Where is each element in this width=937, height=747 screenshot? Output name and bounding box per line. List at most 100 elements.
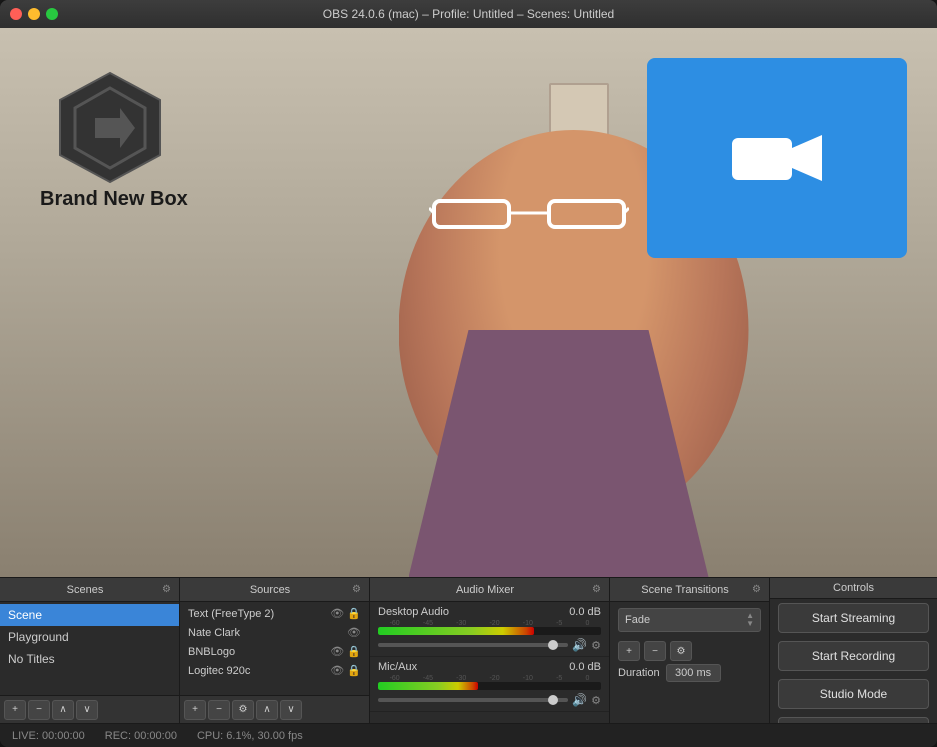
desktop-meter-fill	[378, 627, 534, 635]
duration-input[interactable]	[666, 664, 721, 682]
minimize-button[interactable]	[28, 8, 40, 20]
source-icons-logitec: 👁 🔒	[330, 664, 361, 677]
desktop-audio-db: 0.0 dB	[569, 606, 601, 618]
source-settings-button[interactable]: ⚙	[232, 700, 254, 720]
scenes-title: Scenes	[8, 584, 162, 596]
desktop-mute-icon[interactable]: 🔊	[572, 638, 587, 652]
live-status: LIVE: 00:00:00	[12, 730, 85, 742]
start-recording-button[interactable]: Start Recording	[778, 641, 929, 671]
mic-meter-fill	[378, 682, 478, 690]
source-item-nateclark[interactable]: Nate Clark 👁	[180, 623, 369, 642]
scenes-settings-icon[interactable]: ⚙	[162, 584, 171, 595]
sources-panel: Sources ⚙ Text (FreeType 2) 👁 🔒 Nate Cla…	[180, 578, 370, 723]
glasses-overlay	[429, 193, 629, 233]
audio-panel: Audio Mixer ⚙ Desktop Audio 0.0 dB -60 -…	[370, 578, 610, 723]
studio-mode-button[interactable]: Studio Mode	[778, 679, 929, 709]
transition-add-button[interactable]: +	[618, 641, 640, 661]
transition-add-remove: + − ⚙	[610, 638, 769, 664]
source-up-button[interactable]: ∧	[256, 700, 278, 720]
controls-header: Controls	[770, 578, 937, 599]
sources-header: Sources ⚙	[180, 578, 369, 602]
rec-status: REC: 00:00:00	[105, 730, 177, 742]
transition-select-dropdown[interactable]: Fade ▲ ▼	[618, 608, 761, 632]
scene-item-playground[interactable]: Playground	[0, 626, 179, 648]
cpu-status: CPU: 6.1%, 30.00 fps	[197, 730, 303, 742]
transition-remove-button[interactable]: −	[644, 641, 666, 661]
scenes-panel: Scenes ⚙ Scene Playground No Titles + − …	[0, 578, 180, 723]
source-add-button[interactable]: +	[184, 700, 206, 720]
mic-volume-row: 🔊 ⚙	[378, 693, 601, 707]
status-bar: LIVE: 00:00:00 REC: 00:00:00 CPU: 6.1%, …	[0, 723, 937, 747]
desktop-audio-channel: Desktop Audio 0.0 dB -60 -45 -30 -20 -10…	[370, 602, 609, 657]
desktop-volume-slider[interactable]	[378, 643, 568, 647]
bottom-panel: Scenes ⚙ Scene Playground No Titles + − …	[0, 577, 937, 747]
transition-gear-button[interactable]: ⚙	[670, 641, 692, 661]
scene-list: Scene Playground No Titles	[0, 602, 179, 695]
transitions-settings-icon[interactable]: ⚙	[752, 584, 761, 595]
mic-mute-icon[interactable]: 🔊	[572, 693, 587, 707]
scene-down-button[interactable]: ∨	[76, 700, 98, 720]
source-icons-freetype: 👁 🔒	[330, 607, 361, 620]
source-remove-button[interactable]: −	[208, 700, 230, 720]
scene-up-button[interactable]: ∧	[52, 700, 74, 720]
source-label-logitec: Logitec 920c	[188, 665, 250, 677]
audio-settings-icon[interactable]: ⚙	[592, 584, 601, 595]
maximize-button[interactable]	[46, 8, 58, 20]
duration-label: Duration	[618, 667, 660, 679]
panel-sections: Scenes ⚙ Scene Playground No Titles + − …	[0, 578, 937, 723]
audio-title: Audio Mixer	[378, 584, 592, 596]
source-icons-bnblogo: 👁 🔒	[330, 645, 361, 658]
mic-volume-slider[interactable]	[378, 698, 568, 702]
preview-area: Brand New Box	[0, 28, 937, 577]
mic-aux-db: 0.0 dB	[569, 661, 601, 673]
mic-meter-labels: -60 -45 -30 -20 -10 -5 0	[378, 675, 601, 682]
zoom-overlay	[647, 58, 907, 258]
scenes-toolbar: + − ∧ ∨	[0, 695, 179, 723]
controls-title: Controls	[778, 582, 929, 594]
sources-title: Sources	[188, 584, 352, 596]
titlebar: OBS 24.0.6 (mac) – Profile: Untitled – S…	[0, 0, 937, 28]
mic-gear-icon[interactable]: ⚙	[591, 694, 601, 707]
close-button[interactable]	[10, 8, 22, 20]
transitions-panel: Scene Transitions ⚙ Fade ▲ ▼ + − ⚙ Durat	[610, 578, 770, 723]
bnb-logo	[50, 68, 170, 188]
source-icons-nateclark: 👁	[347, 626, 361, 639]
mic-aux-header: Mic/Aux 0.0 dB	[378, 661, 601, 673]
source-item-logitec[interactable]: Logitec 920c 👁 🔒	[180, 661, 369, 680]
desktop-audio-meter	[378, 627, 601, 635]
desktop-meter-labels: -60 -45 -30 -20 -10 -5 0	[378, 620, 601, 627]
window-controls	[10, 8, 58, 20]
brand-text: Brand New Box	[40, 188, 188, 211]
desktop-volume-row: 🔊 ⚙	[378, 638, 601, 652]
transition-arrows: ▲ ▼	[746, 612, 754, 628]
source-item-freetype[interactable]: Text (FreeType 2) 👁 🔒	[180, 604, 369, 623]
transitions-title: Scene Transitions	[618, 584, 752, 596]
scenes-header: Scenes ⚙	[0, 578, 179, 602]
mic-aux-name: Mic/Aux	[378, 661, 417, 673]
scene-item-notitles[interactable]: No Titles	[0, 648, 179, 670]
desktop-audio-name: Desktop Audio	[378, 606, 449, 618]
desktop-volume-knob[interactable]	[548, 640, 558, 650]
source-item-bnblogo[interactable]: BNBLogo 👁 🔒	[180, 642, 369, 661]
sources-toolbar: + − ⚙ ∧ ∨	[180, 695, 369, 723]
source-list: Text (FreeType 2) 👁 🔒 Nate Clark 👁 BNBLo…	[180, 602, 369, 695]
desktop-audio-header: Desktop Audio 0.0 dB	[378, 606, 601, 618]
preview-background: Brand New Box	[0, 28, 937, 577]
transition-selected-value: Fade	[625, 614, 746, 626]
controls-panel: Controls Start Streaming Start Recording…	[770, 578, 937, 723]
desktop-gear-icon[interactable]: ⚙	[591, 639, 601, 652]
start-streaming-button[interactable]: Start Streaming	[778, 603, 929, 633]
app-window: OBS 24.0.6 (mac) – Profile: Untitled – S…	[0, 0, 937, 747]
sources-settings-icon[interactable]: ⚙	[352, 584, 361, 595]
source-label-bnblogo: BNBLogo	[188, 646, 235, 658]
zoom-camera-icon	[727, 123, 827, 193]
window-title: OBS 24.0.6 (mac) – Profile: Untitled – S…	[323, 7, 614, 21]
scene-add-button[interactable]: +	[4, 700, 26, 720]
duration-row: Duration	[610, 664, 769, 682]
transitions-header: Scene Transitions ⚙	[610, 578, 769, 602]
scene-item-scene[interactable]: Scene	[0, 604, 179, 626]
scene-remove-button[interactable]: −	[28, 700, 50, 720]
source-label-freetype: Text (FreeType 2)	[188, 608, 274, 620]
source-down-button[interactable]: ∨	[280, 700, 302, 720]
mic-volume-knob[interactable]	[548, 695, 558, 705]
